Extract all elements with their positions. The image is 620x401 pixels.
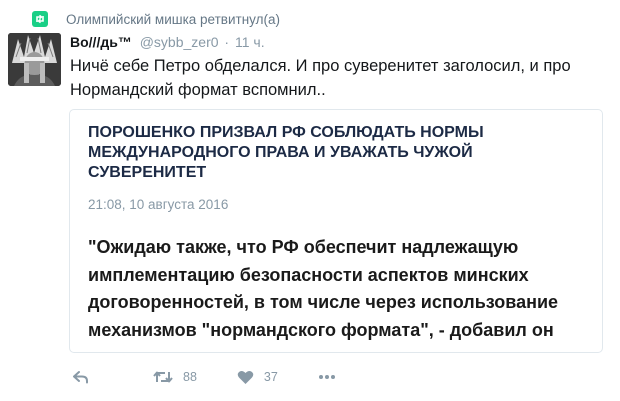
like-count: 37 xyxy=(263,370,278,384)
like-button[interactable]: 37 xyxy=(237,370,278,385)
retweet-notice: Олимпийский мишка ретвитнул(а) xyxy=(32,10,280,28)
more-dots-icon xyxy=(318,374,336,380)
avatar[interactable] xyxy=(8,33,61,86)
retweet-button[interactable]: 88 xyxy=(153,370,197,384)
heart-icon xyxy=(237,370,254,385)
tweet-header: Во///дь™ @sybb_zer0 · 11 ч. xyxy=(70,34,265,50)
tweet-timestamp[interactable]: 11 ч. xyxy=(235,34,265,50)
card-title[interactable]: ПОРОШЕНКО ПРИЗВАЛ РФ СОБЛЮДАТЬ НОРМЫ МЕЖ… xyxy=(88,123,558,183)
author-name[interactable]: Во///дь™ xyxy=(70,34,132,50)
author-handle[interactable]: @sybb_zer0 xyxy=(140,34,219,50)
retweet-notice-text[interactable]: Олимпийский мишка ретвитнул(а) xyxy=(66,12,280,27)
tweet-actions: 88 37 xyxy=(70,367,336,387)
article-card[interactable]: ПОРОШЕНКО ПРИЗВАЛ РФ СОБЛЮДАТЬ НОРМЫ МЕЖ… xyxy=(69,109,603,353)
reply-button[interactable] xyxy=(72,370,89,384)
card-quote: "Ожидаю также, что РФ обеспечит надлежащ… xyxy=(88,237,559,340)
more-button[interactable] xyxy=(318,374,336,380)
retweet-icon xyxy=(153,370,173,384)
tweet-text: Ничё себе Петро обделался. И про суверен… xyxy=(70,57,571,99)
separator-dot: · xyxy=(224,34,230,50)
retweet-count: 88 xyxy=(183,370,197,384)
retweet-badge-icon xyxy=(32,11,48,27)
card-date: 21:08, 10 августа 2016 xyxy=(88,197,229,212)
reply-icon xyxy=(72,370,89,384)
